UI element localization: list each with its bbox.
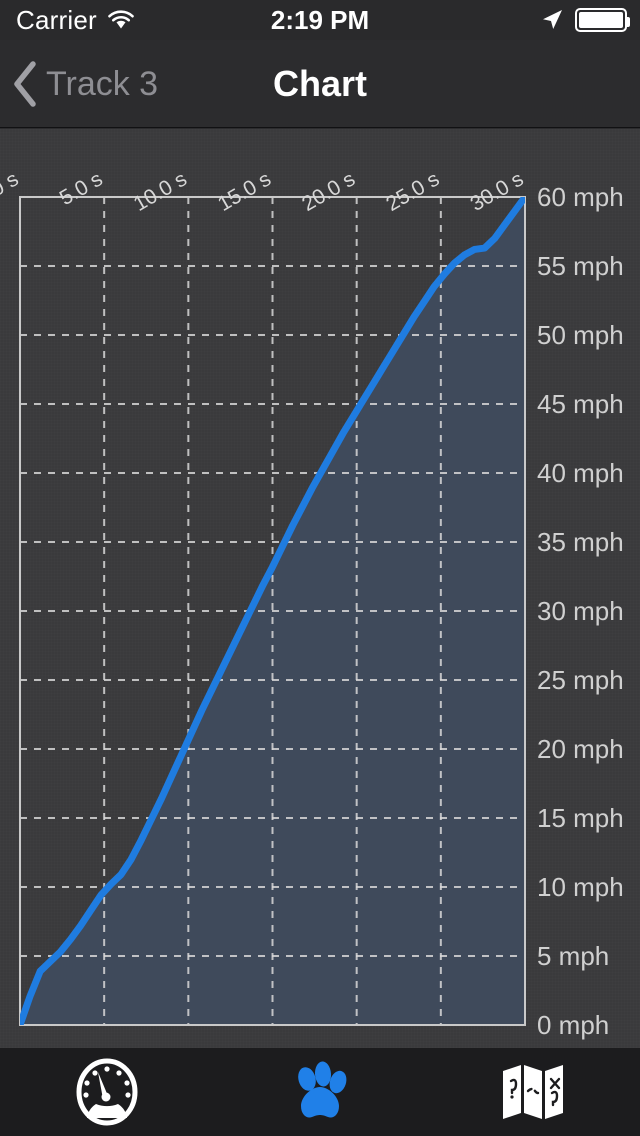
navigation-bar: Track 3 Chart	[0, 40, 640, 128]
y-tick-label: 20 mph	[537, 734, 624, 764]
page-title: Chart	[0, 40, 640, 128]
x-tick-label: 10.0 s	[130, 167, 191, 216]
x-tick-label: 5.0 s	[56, 167, 107, 210]
y-tick-label: 10 mph	[537, 872, 624, 902]
status-bar-right	[540, 0, 630, 40]
tab-chart[interactable]	[213, 1048, 426, 1136]
x-tick-label: 25.0 s	[382, 167, 443, 216]
y-axis-tick-labels: 0 mph 5 mph 10 mph 15 mph 20 mph 25 mph 30 mph…	[537, 182, 624, 1040]
x-axis-tick-labels: 0.0 s 5.0 s 10.0 s 15.0 s 20.0 s 25.0 s 30.0 s	[0, 167, 528, 216]
status-bar: Carrier 2:19 PM	[0, 0, 640, 40]
y-tick-label: 5 mph	[537, 941, 609, 971]
y-tick-label: 35 mph	[537, 527, 624, 557]
y-tick-label: 40 mph	[537, 458, 624, 488]
y-tick-label: 60 mph	[537, 182, 624, 212]
y-tick-label: 0 mph	[537, 1010, 609, 1040]
y-tick-label: 50 mph	[537, 320, 624, 350]
app-screen: Carrier 2:19 PM Track 3 Chart 0.0 s 5.0 …	[0, 0, 640, 1136]
chart-container[interactable]: 0.0 s 5.0 s 10.0 s 15.0 s 20.0 s 25.0 s 30.0 s…	[0, 129, 640, 1048]
tab-bar	[0, 1048, 640, 1136]
location-arrow-icon	[543, 10, 562, 29]
x-tick-label: 20.0 s	[298, 167, 359, 216]
tab-speed[interactable]	[0, 1048, 213, 1136]
tab-map[interactable]	[427, 1048, 640, 1136]
page-title-label: Chart	[272, 63, 367, 104]
y-tick-label: 45 mph	[537, 389, 624, 419]
y-tick-label: 55 mph	[537, 251, 624, 281]
paw-print-icon	[298, 1061, 347, 1118]
battery-icon	[575, 8, 630, 32]
clock-label: 2:19 PM	[270, 4, 370, 35]
y-tick-label: 30 mph	[537, 596, 624, 626]
y-tick-label: 15 mph	[537, 803, 624, 833]
speedometer-icon	[76, 1058, 138, 1126]
y-tick-label: 25 mph	[537, 665, 624, 695]
x-tick-label: 15.0 s	[214, 167, 275, 216]
speed-chart[interactable]: 0.0 s 5.0 s 10.0 s 15.0 s 20.0 s 25.0 s 30.0 s…	[0, 129, 640, 1048]
map-icon	[503, 1065, 564, 1119]
